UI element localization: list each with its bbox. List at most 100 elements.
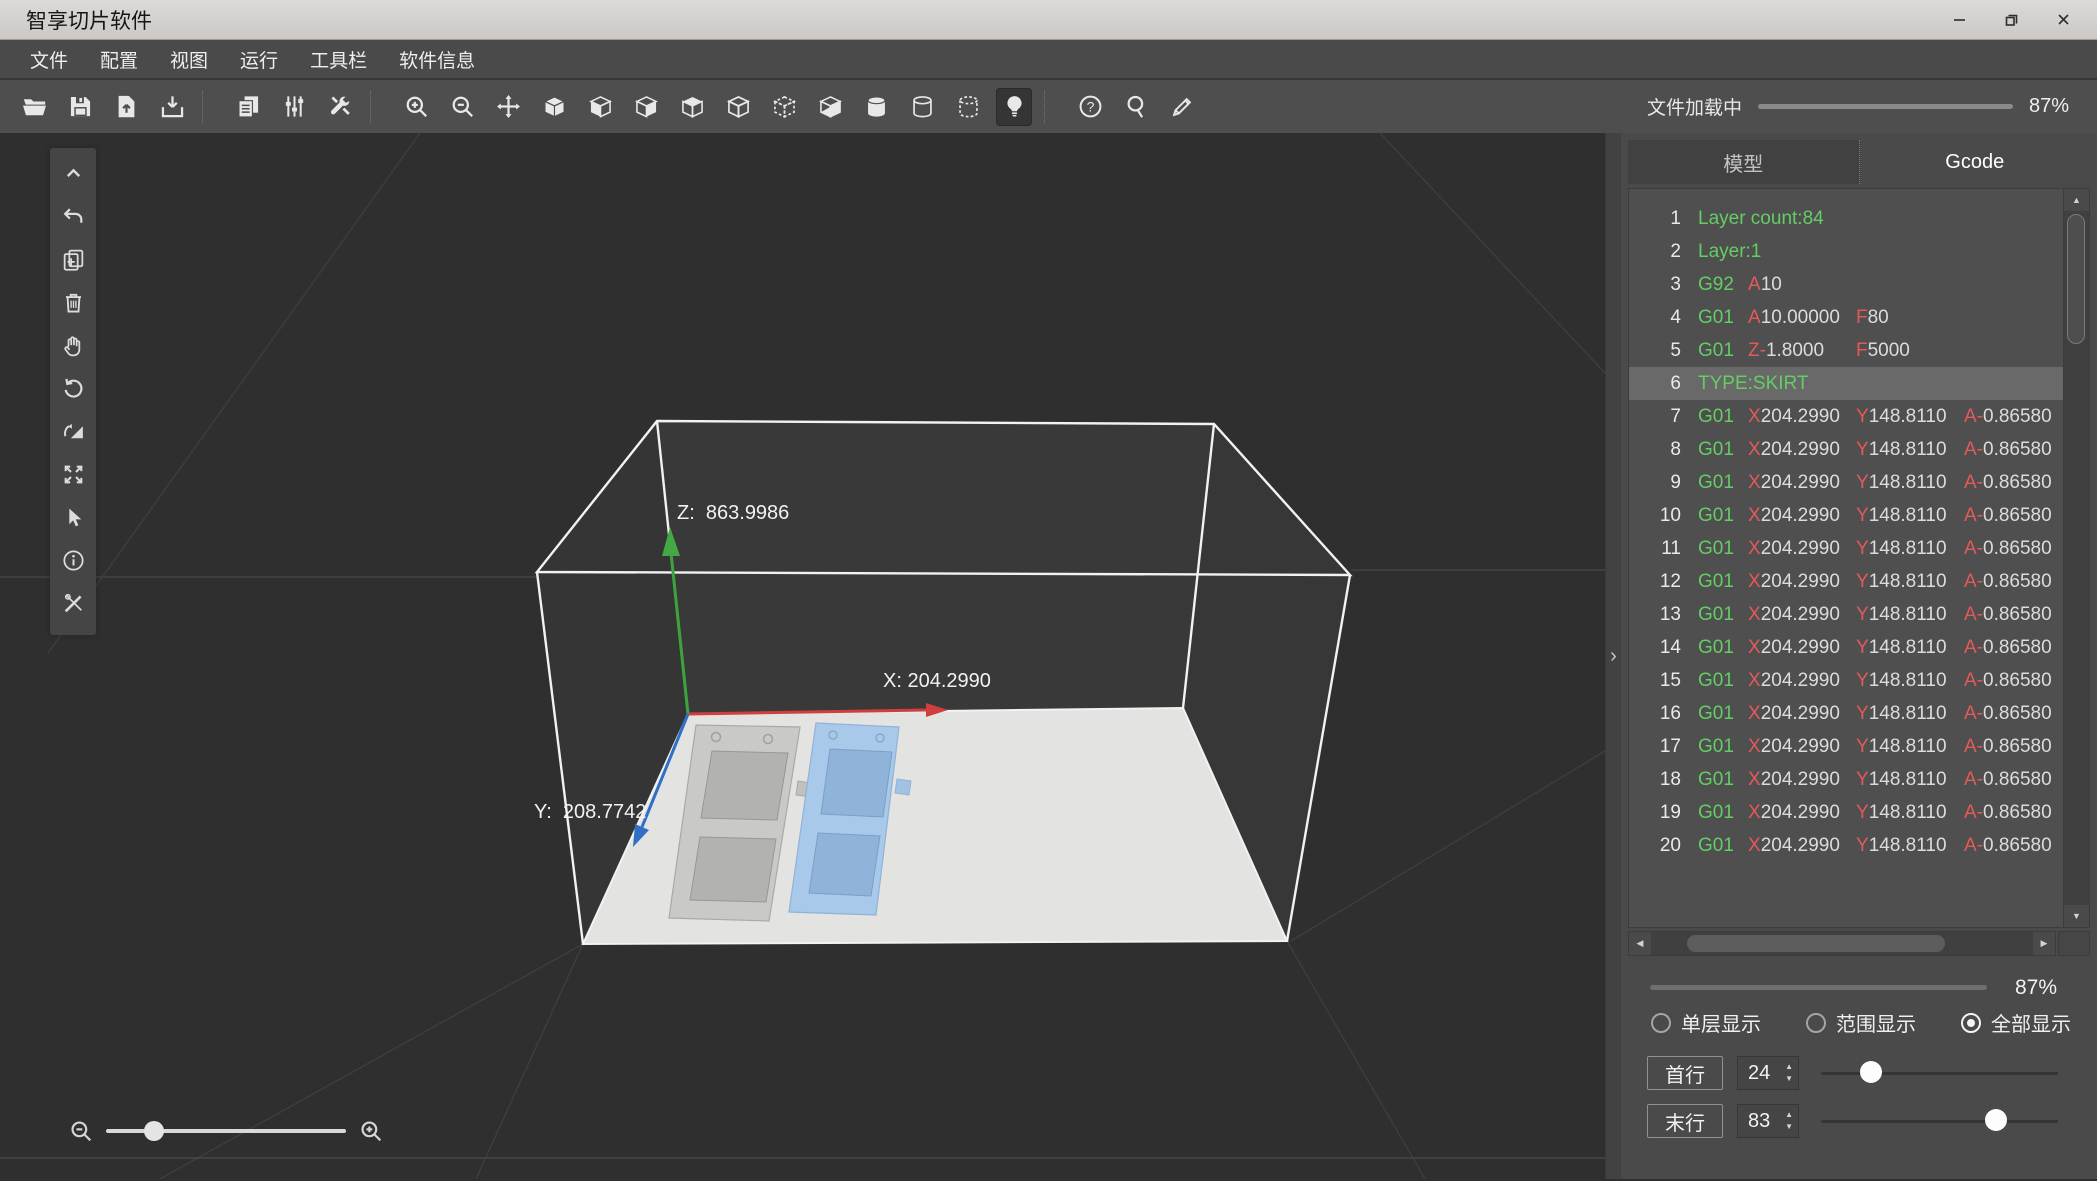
cylinder-solid-view-button[interactable] [858,88,894,126]
parameter-settings-button[interactable] [276,88,312,126]
gcode-line[interactable]: 7G01X204.2990Y148.8110A-0.86580 [1629,400,2063,433]
undo-button[interactable] [50,195,96,238]
gcode-line[interactable]: 16G01X204.2990Y148.8110A-0.86580 [1629,697,2063,730]
rotate-model-button[interactable] [50,367,96,410]
scroll-up-button[interactable]: ▲ [2064,189,2089,211]
edit-tools-button[interactable] [50,582,96,625]
restore-button[interactable] [1985,0,2037,39]
light-toggle-button[interactable] [996,88,1032,126]
gcode-line[interactable]: 6TYPE:SKIRT [1629,367,2063,400]
gcode-line[interactable]: 3G92A10 [1629,268,2063,301]
last-line-slider-thumb[interactable] [1985,1109,2007,1131]
viewport-zoom-out-icon[interactable] [68,1118,94,1144]
gcode-line[interactable]: 12G01X204.2990Y148.8110A-0.86580 [1629,565,2063,598]
move-view-button[interactable] [490,88,526,126]
gcode-line[interactable]: 9G01X204.2990Y148.8110A-0.86580 [1629,466,2063,499]
cylinder-wireframe-view-button[interactable] [904,88,940,126]
gcode-horizontal-scrollbar[interactable]: ◀ ▶ [1628,931,2056,956]
display-mode-radio[interactable]: 单层显示 [1651,1008,1761,1037]
open-file-button[interactable] [16,88,52,126]
zoom-out-button[interactable] [444,88,480,126]
gcode-line[interactable]: 10G01X204.2990Y148.8110A-0.86580 [1629,499,2063,532]
view-front-face-button[interactable] [628,88,664,126]
gcode-line[interactable]: 15G01X204.2990Y148.8110A-0.86580 [1629,664,2063,697]
menu-item[interactable]: 文件 [14,40,84,78]
spinner-arrows-icon[interactable]: ▲▼ [1785,1109,1793,1133]
tab-model[interactable]: 模型 [1628,140,1860,184]
scroll-right-button[interactable]: ▶ [2033,932,2055,955]
minimize-button[interactable] [1933,0,1985,39]
display-mode-radio[interactable]: 范围显示 [1806,1008,1916,1037]
annotate-button[interactable] [1164,88,1200,126]
batch-copy-button[interactable] [230,88,266,126]
zoom-out-icon [449,93,476,120]
zoom-in-button[interactable] [398,88,434,126]
view-hidden-edges-button[interactable] [766,88,802,126]
export-file-button[interactable] [108,88,144,126]
cylinder-hidden-view-button[interactable] [950,88,986,126]
last-line-spinner[interactable]: 83 ▲▼ [1737,1104,1799,1138]
gcode-line[interactable]: 18G01X204.2990Y148.8110A-0.86580 [1629,763,2063,796]
mirror-scale-button[interactable] [50,410,96,453]
delete-model-button[interactable] [50,281,96,324]
first-line-slider-thumb[interactable] [1860,1061,1882,1083]
gcode-line[interactable]: 5G01Z-1.8000F5000 [1629,334,2063,367]
viewport-zoom-slider-thumb[interactable] [144,1121,164,1141]
gcode-line[interactable]: 1Layer count:84 [1629,202,2063,235]
last-line-label[interactable]: 末行 [1647,1104,1723,1138]
gcode-line[interactable]: 14G01X204.2990Y148.8110A-0.86580 [1629,631,2063,664]
gcode-line[interactable]: 11G01X204.2990Y148.8110A-0.86580 [1629,532,2063,565]
horizontal-scroll-thumb[interactable] [1687,935,1945,952]
close-button[interactable] [2037,0,2089,39]
menu-item[interactable]: 运行 [224,40,294,78]
tab-gcode[interactable]: Gcode [1860,140,2091,184]
pan-button[interactable] [50,324,96,367]
gcode-arg: Y148.8110 [1856,604,1964,626]
menu-item[interactable]: 工具栏 [294,40,383,78]
search-button[interactable] [1118,88,1154,126]
view-left-face-button[interactable] [582,88,618,126]
duplicate-model-button[interactable] [50,238,96,281]
first-line-slider[interactable] [1821,1056,2058,1090]
viewport-zoom-in-icon[interactable] [358,1118,384,1144]
gcode-line[interactable]: 8G01X204.2990Y148.8110A-0.86580 [1629,433,2063,466]
spinner-arrows-icon[interactable]: ▲▼ [1785,1061,1793,1085]
machine-settings-button[interactable] [322,88,358,126]
gcode-line[interactable]: 4G01A10.00000F80 [1629,301,2063,334]
model-info-button[interactable] [50,539,96,582]
viewport-3d[interactable]: Z: 863.9986 X: 204.2990 Y: 208.7742 [0,133,1605,1179]
gcode-list[interactable]: 1Layer count:842Layer:13G92A104G01A10.00… [1628,188,2090,928]
vertical-scroll-thumb[interactable] [2067,214,2085,344]
view-solid-button[interactable] [536,88,572,126]
gcode-line[interactable]: 19G01X204.2990Y148.8110A-0.86580 [1629,796,2063,829]
gcode-line[interactable]: 13G01X204.2990Y148.8110A-0.86580 [1629,598,2063,631]
view-top-face-button[interactable] [674,88,710,126]
save-button[interactable] [62,88,98,126]
scroll-left-button[interactable]: ◀ [1629,932,1651,955]
viewport-zoom-slider[interactable] [106,1129,346,1133]
display-mode-radio[interactable]: 全部显示 [1961,1008,2071,1037]
menu-item[interactable]: 配置 [84,40,154,78]
gcode-command: G01 [1698,604,1748,626]
gcode-command: G01 [1698,835,1748,857]
help-button[interactable] [1072,88,1108,126]
first-line-spinner[interactable]: 24 ▲▼ [1737,1056,1799,1090]
gcode-line[interactable]: 20G01X204.2990Y148.8110A-0.86580 [1629,829,2063,862]
view-section-button[interactable] [812,88,848,126]
gcode-line[interactable]: 17G01X204.2990Y148.8110A-0.86580 [1629,730,2063,763]
collapse-tools-button[interactable] [50,152,96,195]
scroll-down-button[interactable]: ▼ [2064,905,2089,927]
import-file-button[interactable] [154,88,190,126]
view-wireframe-button[interactable] [720,88,756,126]
menu-item[interactable]: 软件信息 [383,40,491,78]
fit-view-button[interactable] [50,453,96,496]
last-line-slider[interactable] [1821,1104,2058,1138]
first-line-label[interactable]: 首行 [1647,1056,1723,1090]
minimize-icon [1952,12,1967,27]
cube-solid-icon [541,93,568,120]
gcode-line[interactable]: 2Layer:1 [1629,235,2063,268]
select-button[interactable] [50,496,96,539]
panel-collapse-handle[interactable]: › [1605,133,1621,1179]
gcode-vertical-scrollbar[interactable]: ▲ ▼ [2063,189,2089,927]
menu-item[interactable]: 视图 [154,40,224,78]
